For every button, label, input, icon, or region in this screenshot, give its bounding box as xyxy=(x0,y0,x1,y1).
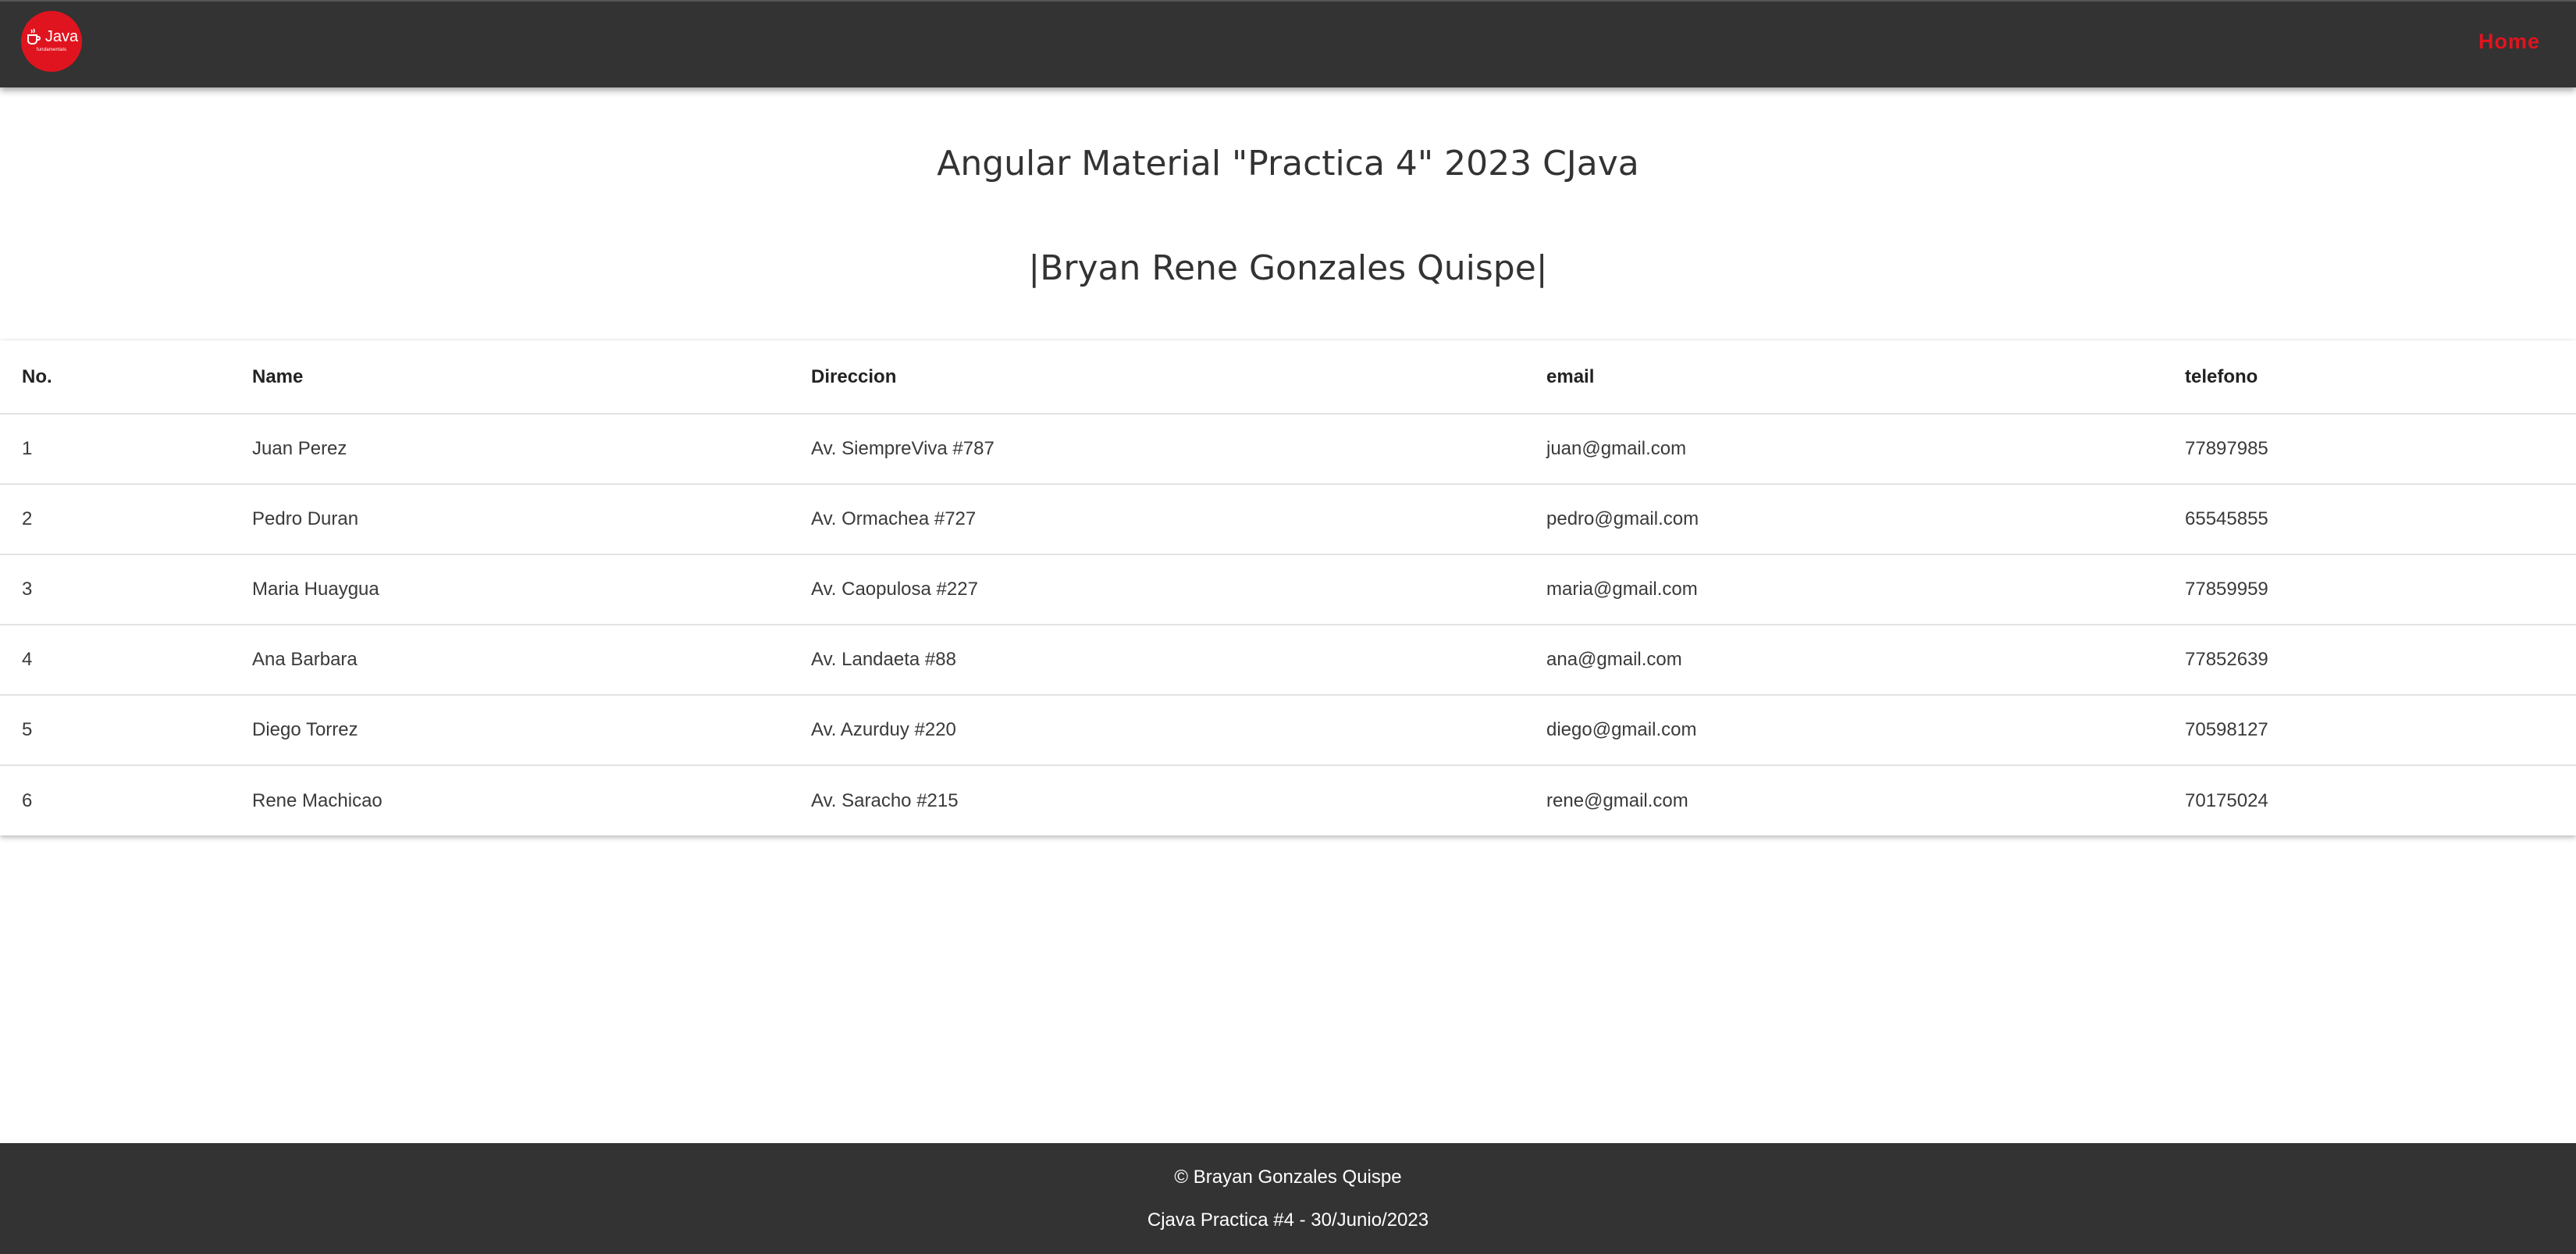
cell-direccion: Av. Azurduy #220 xyxy=(811,695,1546,766)
cell-no: 4 xyxy=(0,625,252,696)
cell-email: maria@gmail.com xyxy=(1546,554,2185,625)
cell-no: 6 xyxy=(22,789,33,811)
column-header-direccion: Direccion xyxy=(811,340,1546,415)
students-table: No. Name Direccion email telefono 1 Juan… xyxy=(0,340,2576,835)
logo-text: Java xyxy=(44,27,79,45)
column-header-name: Name xyxy=(252,340,811,415)
cell-telefono: 70598127 xyxy=(2185,695,2576,766)
cell-name: Diego Torrez xyxy=(252,695,811,766)
column-header-email: email xyxy=(1546,340,2185,415)
page-title: Angular Material "Practica 4" 2023 CJava xyxy=(937,144,1639,183)
cell-no: 1 xyxy=(0,414,252,485)
cell-no: 2 xyxy=(0,484,252,555)
cell-direccion: Av. SiempreViva #787 xyxy=(811,414,1546,485)
cell-email: pedro@gmail.com xyxy=(1546,484,2185,555)
table-row: 1 Juan Perez Av. SiempreViva #787 juan@g… xyxy=(0,414,2576,485)
table-row: 3 Maria Huaygua Av. Caopulosa #227 maria… xyxy=(0,554,2576,625)
page-footer: © Brayan Gonzales Quispe Cjava Practica … xyxy=(0,1143,2576,1254)
table-row: 6 Rene Machicao Av. Saracho #215 rene@gm… xyxy=(0,765,2576,835)
java-cup-icon xyxy=(27,28,41,45)
cell-name: Ana Barbara xyxy=(252,625,811,696)
cell-email: ana@gmail.com xyxy=(1546,625,2185,696)
cell-telefono: 70175024 xyxy=(2185,789,2268,811)
cell-name: Rene Machicao xyxy=(252,789,382,811)
table-row: 5 Diego Torrez Av. Azurduy #220 diego@gm… xyxy=(0,695,2576,766)
column-header-telefono: telefono xyxy=(2185,340,2576,415)
author-subtitle: |Bryan Rene Gonzales Quispe| xyxy=(1028,248,1548,288)
cell-email: rene@gmail.com xyxy=(1546,789,1688,811)
nav-home-link[interactable]: Home xyxy=(2478,30,2540,54)
cell-name: Juan Perez xyxy=(252,414,811,485)
cell-telefono: 77852639 xyxy=(2185,625,2576,696)
cell-direccion: Av. Ormachea #727 xyxy=(811,484,1546,555)
cell-name: Maria Huaygua xyxy=(252,554,811,625)
top-navbar: Java fundamentals Home xyxy=(0,0,2576,87)
cell-telefono: 65545855 xyxy=(2185,484,2576,555)
cell-email: diego@gmail.com xyxy=(1546,695,2185,766)
cell-telefono: 77859959 xyxy=(2185,554,2576,625)
cell-no: 3 xyxy=(0,554,252,625)
table-row: 4 Ana Barbara Av. Landaeta #88 ana@gmail… xyxy=(0,625,2576,696)
cell-direccion: Av. Landaeta #88 xyxy=(811,625,1546,696)
cell-no: 5 xyxy=(0,695,252,766)
logo-subtext: fundamentals xyxy=(36,47,67,52)
cell-telefono: 77897985 xyxy=(2185,414,2576,485)
cell-name: Pedro Duran xyxy=(252,484,811,555)
cjava-logo[interactable]: Java fundamentals xyxy=(21,11,82,72)
footer-practice-date: Cjava Practica #4 - 30/Junio/2023 xyxy=(1147,1209,1429,1231)
table-header-row: No. Name Direccion email telefono xyxy=(0,340,2576,415)
cell-email: juan@gmail.com xyxy=(1546,414,2185,485)
table-row: 2 Pedro Duran Av. Ormachea #727 pedro@gm… xyxy=(0,484,2576,555)
cell-direccion: Av. Saracho #215 xyxy=(811,789,959,811)
footer-copyright: © Brayan Gonzales Quispe xyxy=(1174,1167,1402,1188)
students-table-card: No. Name Direccion email telefono 1 Juan… xyxy=(0,340,2576,835)
column-header-no: No. xyxy=(0,340,252,415)
cell-direccion: Av. Caopulosa #227 xyxy=(811,554,1546,625)
